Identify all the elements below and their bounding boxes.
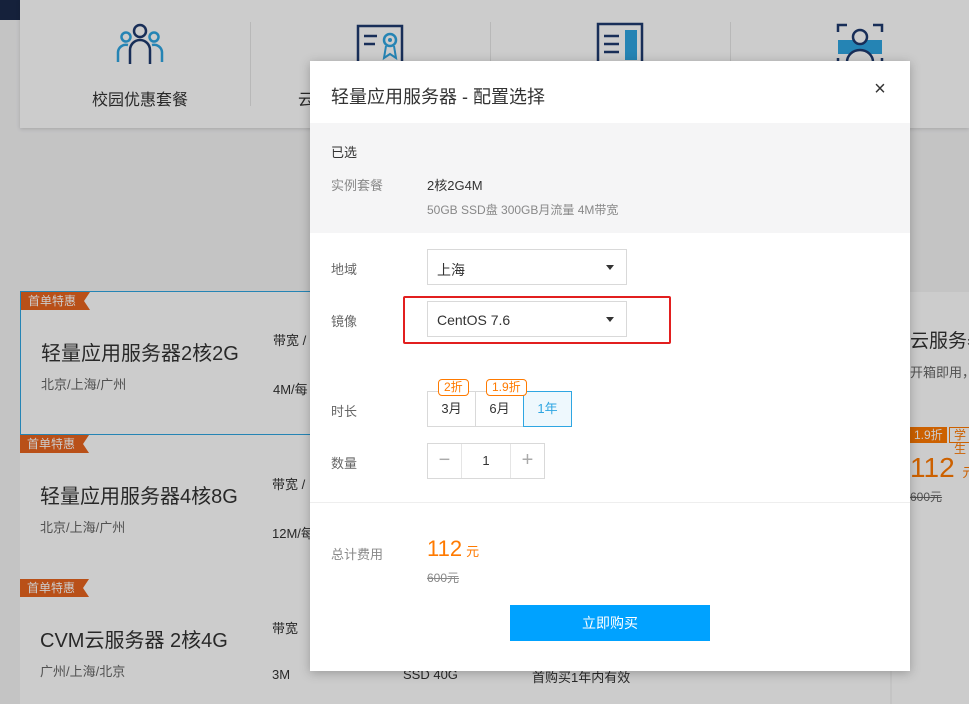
buy-now-button[interactable]: 立即购买 xyxy=(510,605,710,641)
caret-down-icon xyxy=(606,317,614,322)
total-price: 112 元 xyxy=(427,536,479,562)
plus-button[interactable]: + xyxy=(510,444,544,478)
divider xyxy=(310,502,910,503)
close-icon[interactable]: × xyxy=(870,79,890,99)
plan-detail: 50GB SSD盘 300GB月流量 4M带宽 xyxy=(427,203,619,217)
caret-down-icon xyxy=(606,265,614,270)
image-label: 镜像 xyxy=(331,314,358,329)
duration-option-1y[interactable]: 1年 xyxy=(523,391,572,427)
image-value: CentOS 7.6 xyxy=(437,312,511,328)
config-dialog: 轻量应用服务器 - 配置选择 × 已选 实例套餐 2核2G4M 50GB SSD… xyxy=(310,61,910,671)
selected-summary: 已选 实例套餐 2核2G4M 50GB SSD盘 300GB月流量 4M带宽 xyxy=(310,123,910,233)
total-amount: 112 xyxy=(427,536,463,561)
plan-label: 实例套餐 xyxy=(331,178,384,193)
quantity-label: 数量 xyxy=(331,456,358,471)
quantity-input[interactable]: 1 xyxy=(462,444,510,478)
image-select[interactable]: CentOS 7.6 xyxy=(427,301,627,337)
discount-tag: 2折 xyxy=(438,379,469,396)
duration-label: 时长 xyxy=(331,404,358,419)
discount-tag: 1.9折 xyxy=(486,379,527,396)
plan-value: 2核2G4M xyxy=(427,178,483,193)
minus-button[interactable]: − xyxy=(428,444,462,478)
region-select[interactable]: 上海 xyxy=(427,249,627,285)
region-label: 地域 xyxy=(331,262,358,277)
total-label: 总计费用 xyxy=(331,547,384,562)
duration-option-3m[interactable]: 3月 xyxy=(427,391,476,427)
selected-heading: 已选 xyxy=(331,145,358,160)
quantity-stepper: − 1 + xyxy=(427,443,545,479)
region-value: 上海 xyxy=(437,262,465,278)
dialog-title: 轻量应用服务器 - 配置选择 xyxy=(331,87,545,107)
duration-option-6m[interactable]: 6月 xyxy=(475,391,524,427)
total-unit: 元 xyxy=(466,544,480,559)
original-price: 600元 xyxy=(427,571,460,585)
